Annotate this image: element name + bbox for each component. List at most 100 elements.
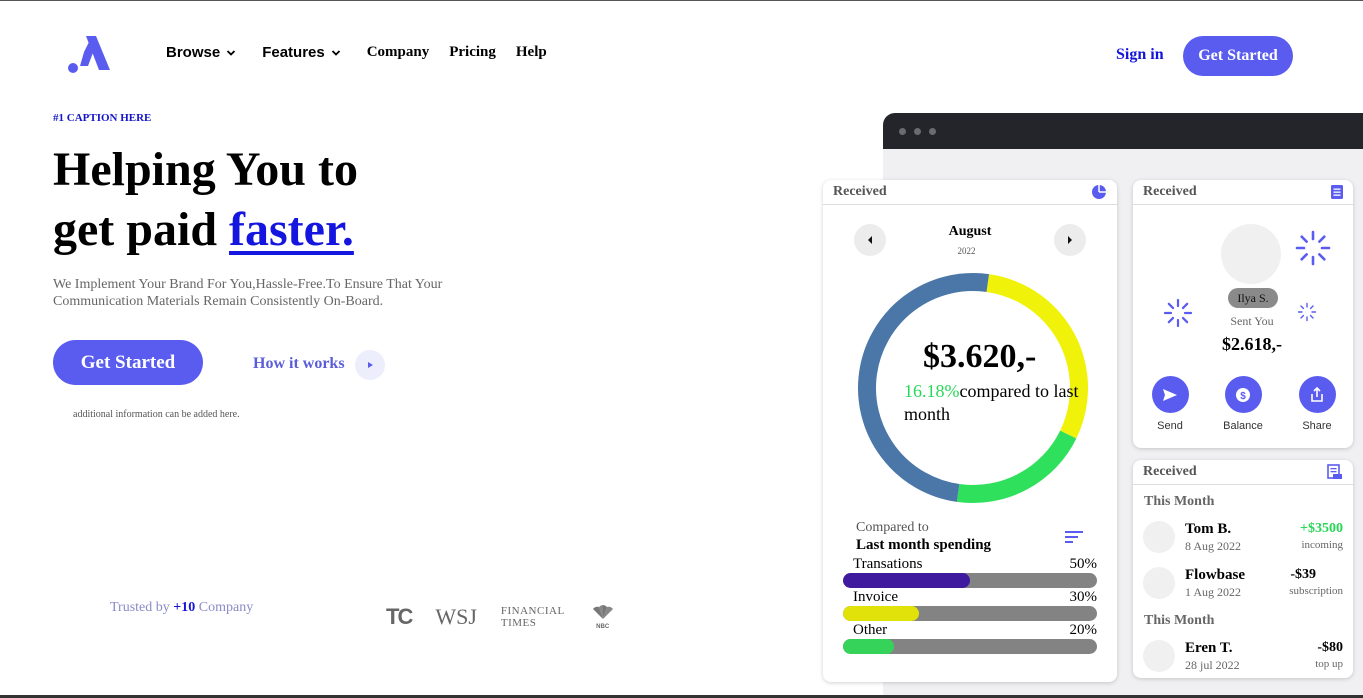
hero-get-started-button[interactable]: Get Started <box>53 340 203 385</box>
balance-action[interactable]: $ Balance <box>1213 376 1273 432</box>
headline-line-2: get paid faster. <box>53 200 358 260</box>
loading-spinner-icon <box>1295 230 1331 266</box>
peacock-icon <box>592 604 613 619</box>
breakdown-bar <box>843 573 1097 588</box>
change-text: 16.18%compared to last month <box>904 380 1084 426</box>
share-icon <box>1311 386 1323 402</box>
breakdown-percent: 20% <box>1069 622 1098 638</box>
balance-button[interactable]: $ <box>1224 376 1262 413</box>
trusted-by: Trusted by +10 Company <box>110 600 253 616</box>
hero-headline: Helping You to get paid faster. <box>53 140 358 260</box>
transaction-name: Flowbase <box>1185 567 1245 583</box>
transaction-type: subscription <box>1289 585 1343 597</box>
breakdown-bar-fill <box>843 639 894 654</box>
sign-in-link[interactable]: Sign in <box>1116 46 1164 64</box>
play-icon <box>368 362 373 368</box>
section-label: This Month <box>1144 613 1215 628</box>
spinner-tick <box>1181 302 1189 310</box>
get-started-button[interactable]: Get Started <box>1183 36 1293 76</box>
transaction-date: 8 Aug 2022 <box>1185 539 1242 553</box>
send-label: Send <box>1157 420 1183 432</box>
share-action[interactable]: Share <box>1287 376 1347 432</box>
breakdown-label: Transations <box>853 556 923 572</box>
received-amount: $3.620,- <box>923 338 1037 375</box>
transaction-amount: -$39 <box>1290 567 1316 582</box>
year-label: 2022 <box>957 246 976 256</box>
filter-icon[interactable] <box>1065 530 1083 544</box>
breakdown-bar <box>843 639 1097 654</box>
card-title: Received <box>833 184 887 199</box>
spinner-tick <box>1309 314 1314 319</box>
hero-description: We Implement Your Brand For You,Hassle-F… <box>53 277 443 309</box>
trusted-prefix: Trusted by <box>110 600 174 615</box>
breakdown-label: Invoice <box>853 589 898 605</box>
ft-line-2: TIMES <box>500 617 537 629</box>
breakdown-percent: 50% <box>1069 556 1098 572</box>
main-nav: Browse Features Company Pricing Help <box>166 44 567 61</box>
balance-label: Balance <box>1223 420 1263 432</box>
svg-text:$: $ <box>1240 391 1246 402</box>
nav-browse[interactable]: Browse <box>166 44 236 61</box>
sender-name-badge: Ilya S. <box>1228 288 1278 308</box>
headline-prefix: get paid <box>53 203 230 256</box>
nav-company[interactable]: Company <box>367 44 430 61</box>
transaction-avatar <box>1143 567 1175 599</box>
pie-chart-icon[interactable] <box>1091 184 1107 200</box>
transaction-name: Eren T. <box>1185 640 1233 656</box>
trusted-count: +10 <box>173 600 196 615</box>
card-header: Received <box>1133 180 1353 205</box>
card-header: Received <box>823 180 1117 205</box>
spinner-tick <box>1300 253 1308 261</box>
receipt-icon[interactable] <box>1327 464 1343 480</box>
received-summary-card: Received August 2022 $3.620,- 16.18%comp… <box>823 180 1117 682</box>
wsj-logo: WSJ <box>435 604 477 629</box>
additional-info: additional information can be added here… <box>73 409 240 420</box>
transactions-card: Received This Month Tom B. 8 Aug 2022 +$… <box>1133 460 1353 678</box>
breakdown-percent: 30% <box>1069 589 1098 605</box>
transaction-type: incoming <box>1301 539 1343 551</box>
send-action[interactable]: Send <box>1140 376 1200 432</box>
breakdown-bar <box>843 606 1097 621</box>
chevron-down-icon <box>331 49 340 56</box>
transaction-avatar <box>1143 521 1175 553</box>
play-button[interactable] <box>355 350 385 380</box>
sent-card: Received Ilya S. Sent You $2.618,- Send … <box>1133 180 1353 448</box>
share-label: Share <box>1302 420 1332 432</box>
breakdown-bar-fill <box>843 573 970 588</box>
headline-line-1: Helping You to <box>53 143 358 196</box>
window-dot <box>929 127 936 135</box>
window-titlebar <box>883 113 1363 149</box>
spinner-tick <box>1309 305 1314 310</box>
how-it-works-link[interactable]: How it works <box>253 355 345 373</box>
spinner-tick <box>1300 235 1308 243</box>
nav-pricing[interactable]: Pricing <box>449 44 496 61</box>
top-border <box>0 0 1363 1</box>
dollar-coin-icon: $ <box>1236 387 1250 402</box>
card-title: Received <box>1143 184 1197 199</box>
breakdown-bar-fill <box>843 606 920 621</box>
nav-help[interactable]: Help <box>516 44 547 61</box>
section-label: This Month <box>1144 494 1215 509</box>
loading-spinner-icon <box>1297 302 1317 322</box>
change-percent: 16.18% <box>904 381 960 401</box>
send-button[interactable] <box>1151 376 1189 413</box>
hero-caption: #1 CAPTION HERE <box>53 112 152 124</box>
nav-browse-label: Browse <box>166 44 221 61</box>
transaction-date: 1 Aug 2022 <box>1185 585 1242 599</box>
spinner-tick <box>1167 302 1175 310</box>
chevron-down-icon <box>227 49 236 56</box>
sent-amount: $2.618,- <box>1222 334 1282 354</box>
window-dot <box>899 127 906 135</box>
ft-line-1: FINANCIAL <box>500 605 565 617</box>
share-button[interactable] <box>1298 376 1336 413</box>
nbc-text: NBC <box>596 623 610 630</box>
nav-features[interactable]: Features <box>262 44 341 61</box>
brand-logo[interactable] <box>66 32 114 74</box>
spinner-tick <box>1318 253 1326 261</box>
month-label: August <box>948 224 992 239</box>
transaction-amount: +$3500 <box>1300 521 1343 536</box>
nav-features-label: Features <box>262 44 325 61</box>
card-header: Received <box>1133 460 1353 485</box>
compare-label: Compared to <box>856 520 929 535</box>
document-icon[interactable] <box>1331 185 1343 199</box>
